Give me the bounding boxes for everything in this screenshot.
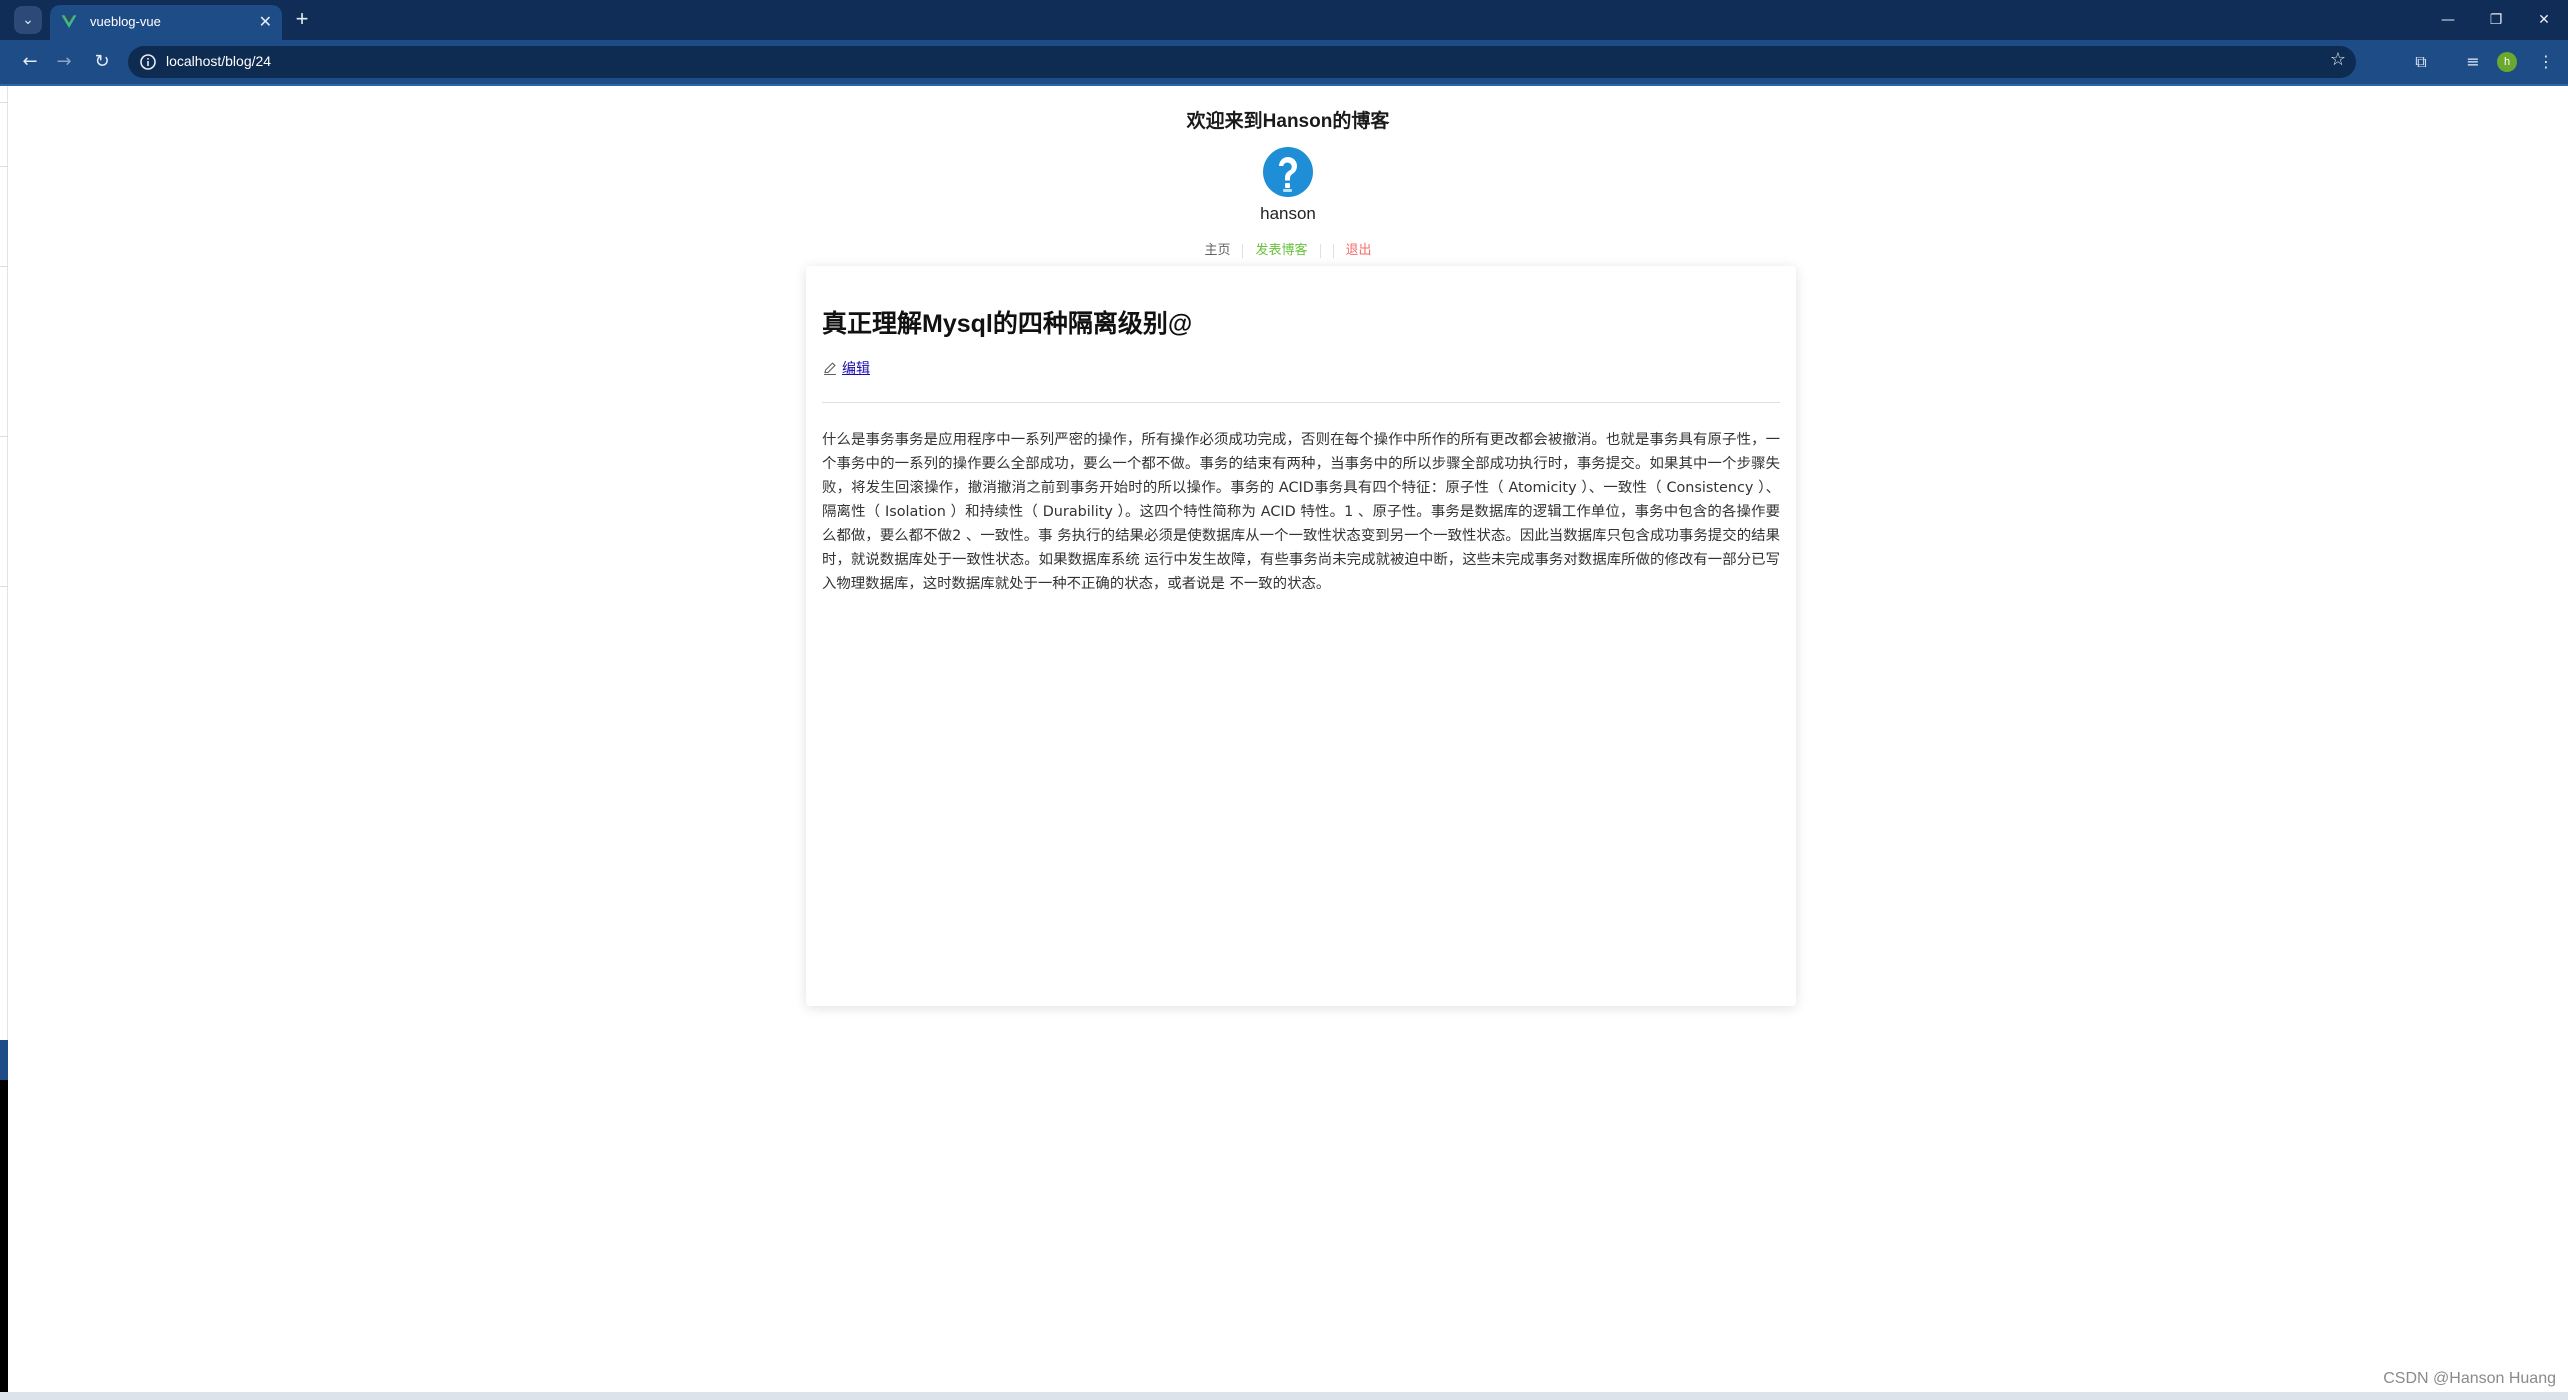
taskbar-edge [0, 1392, 2568, 1400]
media-controls-icon[interactable]: ≡ [2459, 48, 2487, 76]
reload-button[interactable]: ↻ [88, 48, 116, 76]
nav-logout-link[interactable]: 退出 [1340, 239, 1378, 258]
top-nav: 主页 发表博客 退出 [8, 239, 2568, 258]
tab-close-icon[interactable]: ✕ [259, 12, 272, 32]
forward-button[interactable]: → [50, 48, 78, 76]
extensions-icon[interactable]: ⧉ [2407, 48, 2435, 76]
edit-pencil-icon [824, 362, 836, 375]
chevron-down-icon: ⌄ [22, 12, 34, 28]
new-tab-button[interactable]: + [288, 6, 316, 34]
profile-avatar[interactable]: h [2497, 52, 2517, 72]
tab-title: vueblog-vue [90, 14, 161, 29]
site-title: 欢迎来到Hanson的博客 [1186, 111, 1390, 132]
window-controls: — ❐ ✕ [2424, 0, 2568, 40]
username: hanson [1260, 204, 1316, 223]
blog-content: 什么是事务事务是应用程序中一系列严密的操作，所有操作必须成功完成，否则在每个操作… [822, 432, 1780, 592]
back-button[interactable]: ← [16, 48, 44, 76]
reload-icon: ↻ [94, 51, 110, 72]
vue-logo-icon [61, 15, 77, 28]
blog-title: 真正理解Mysql的四种隔离级别@ [822, 310, 1193, 338]
browser-tab-strip: ⌄ vueblog-vue ✕ + — ❐ ✕ [0, 0, 2568, 40]
blog-page: 欢迎来到Hanson的博客 hanson 主页 发表博客 退出 真正理解Mysql的… [8, 86, 2568, 1400]
nav-divider [1332, 243, 1334, 258]
bookmark-star-icon[interactable]: ☆ [2330, 49, 2346, 70]
nav-divider [1319, 243, 1321, 258]
edit-row: 编辑 [822, 358, 870, 378]
avatar[interactable] [1262, 146, 1314, 198]
arrow-right-icon: → [56, 51, 72, 72]
nav-divider [1242, 243, 1244, 258]
content-divider [822, 402, 1780, 403]
url-text: localhost/blog/24 [166, 53, 272, 69]
browser-tab[interactable]: vueblog-vue ✕ [50, 5, 282, 40]
tab-search-button[interactable]: ⌄ [14, 6, 42, 34]
more-menu-icon[interactable]: ⋮ [2532, 48, 2560, 76]
arrow-left-icon: ← [22, 51, 38, 72]
nav-post-blog-link[interactable]: 发表博客 [1249, 239, 1313, 258]
address-bar[interactable]: localhost/blog/24 ☆ [128, 46, 2356, 78]
close-window-button[interactable]: ✕ [2520, 0, 2568, 40]
background-window-dark [0, 1040, 8, 1400]
minimize-button[interactable]: — [2424, 0, 2472, 40]
blog-detail-card: 真正理解Mysql的四种隔离级别@ 编辑 什么是事务事务是应用程序中一系列严密的… [806, 266, 1796, 1006]
background-window-accent [0, 1040, 8, 1080]
restore-button[interactable]: ❐ [2472, 0, 2520, 40]
site-info-icon[interactable] [138, 52, 158, 72]
browser-toolbar: ← → ↻ localhost/blog/24 ☆ ⧉ ≡ h ⋮ [0, 40, 2568, 84]
csdn-watermark: CSDN @Hanson Huang [2383, 1370, 2556, 1387]
edit-link[interactable]: 编辑 [842, 358, 870, 378]
plus-icon: + [295, 6, 309, 31]
nav-home-link[interactable]: 主页 [1198, 239, 1236, 258]
